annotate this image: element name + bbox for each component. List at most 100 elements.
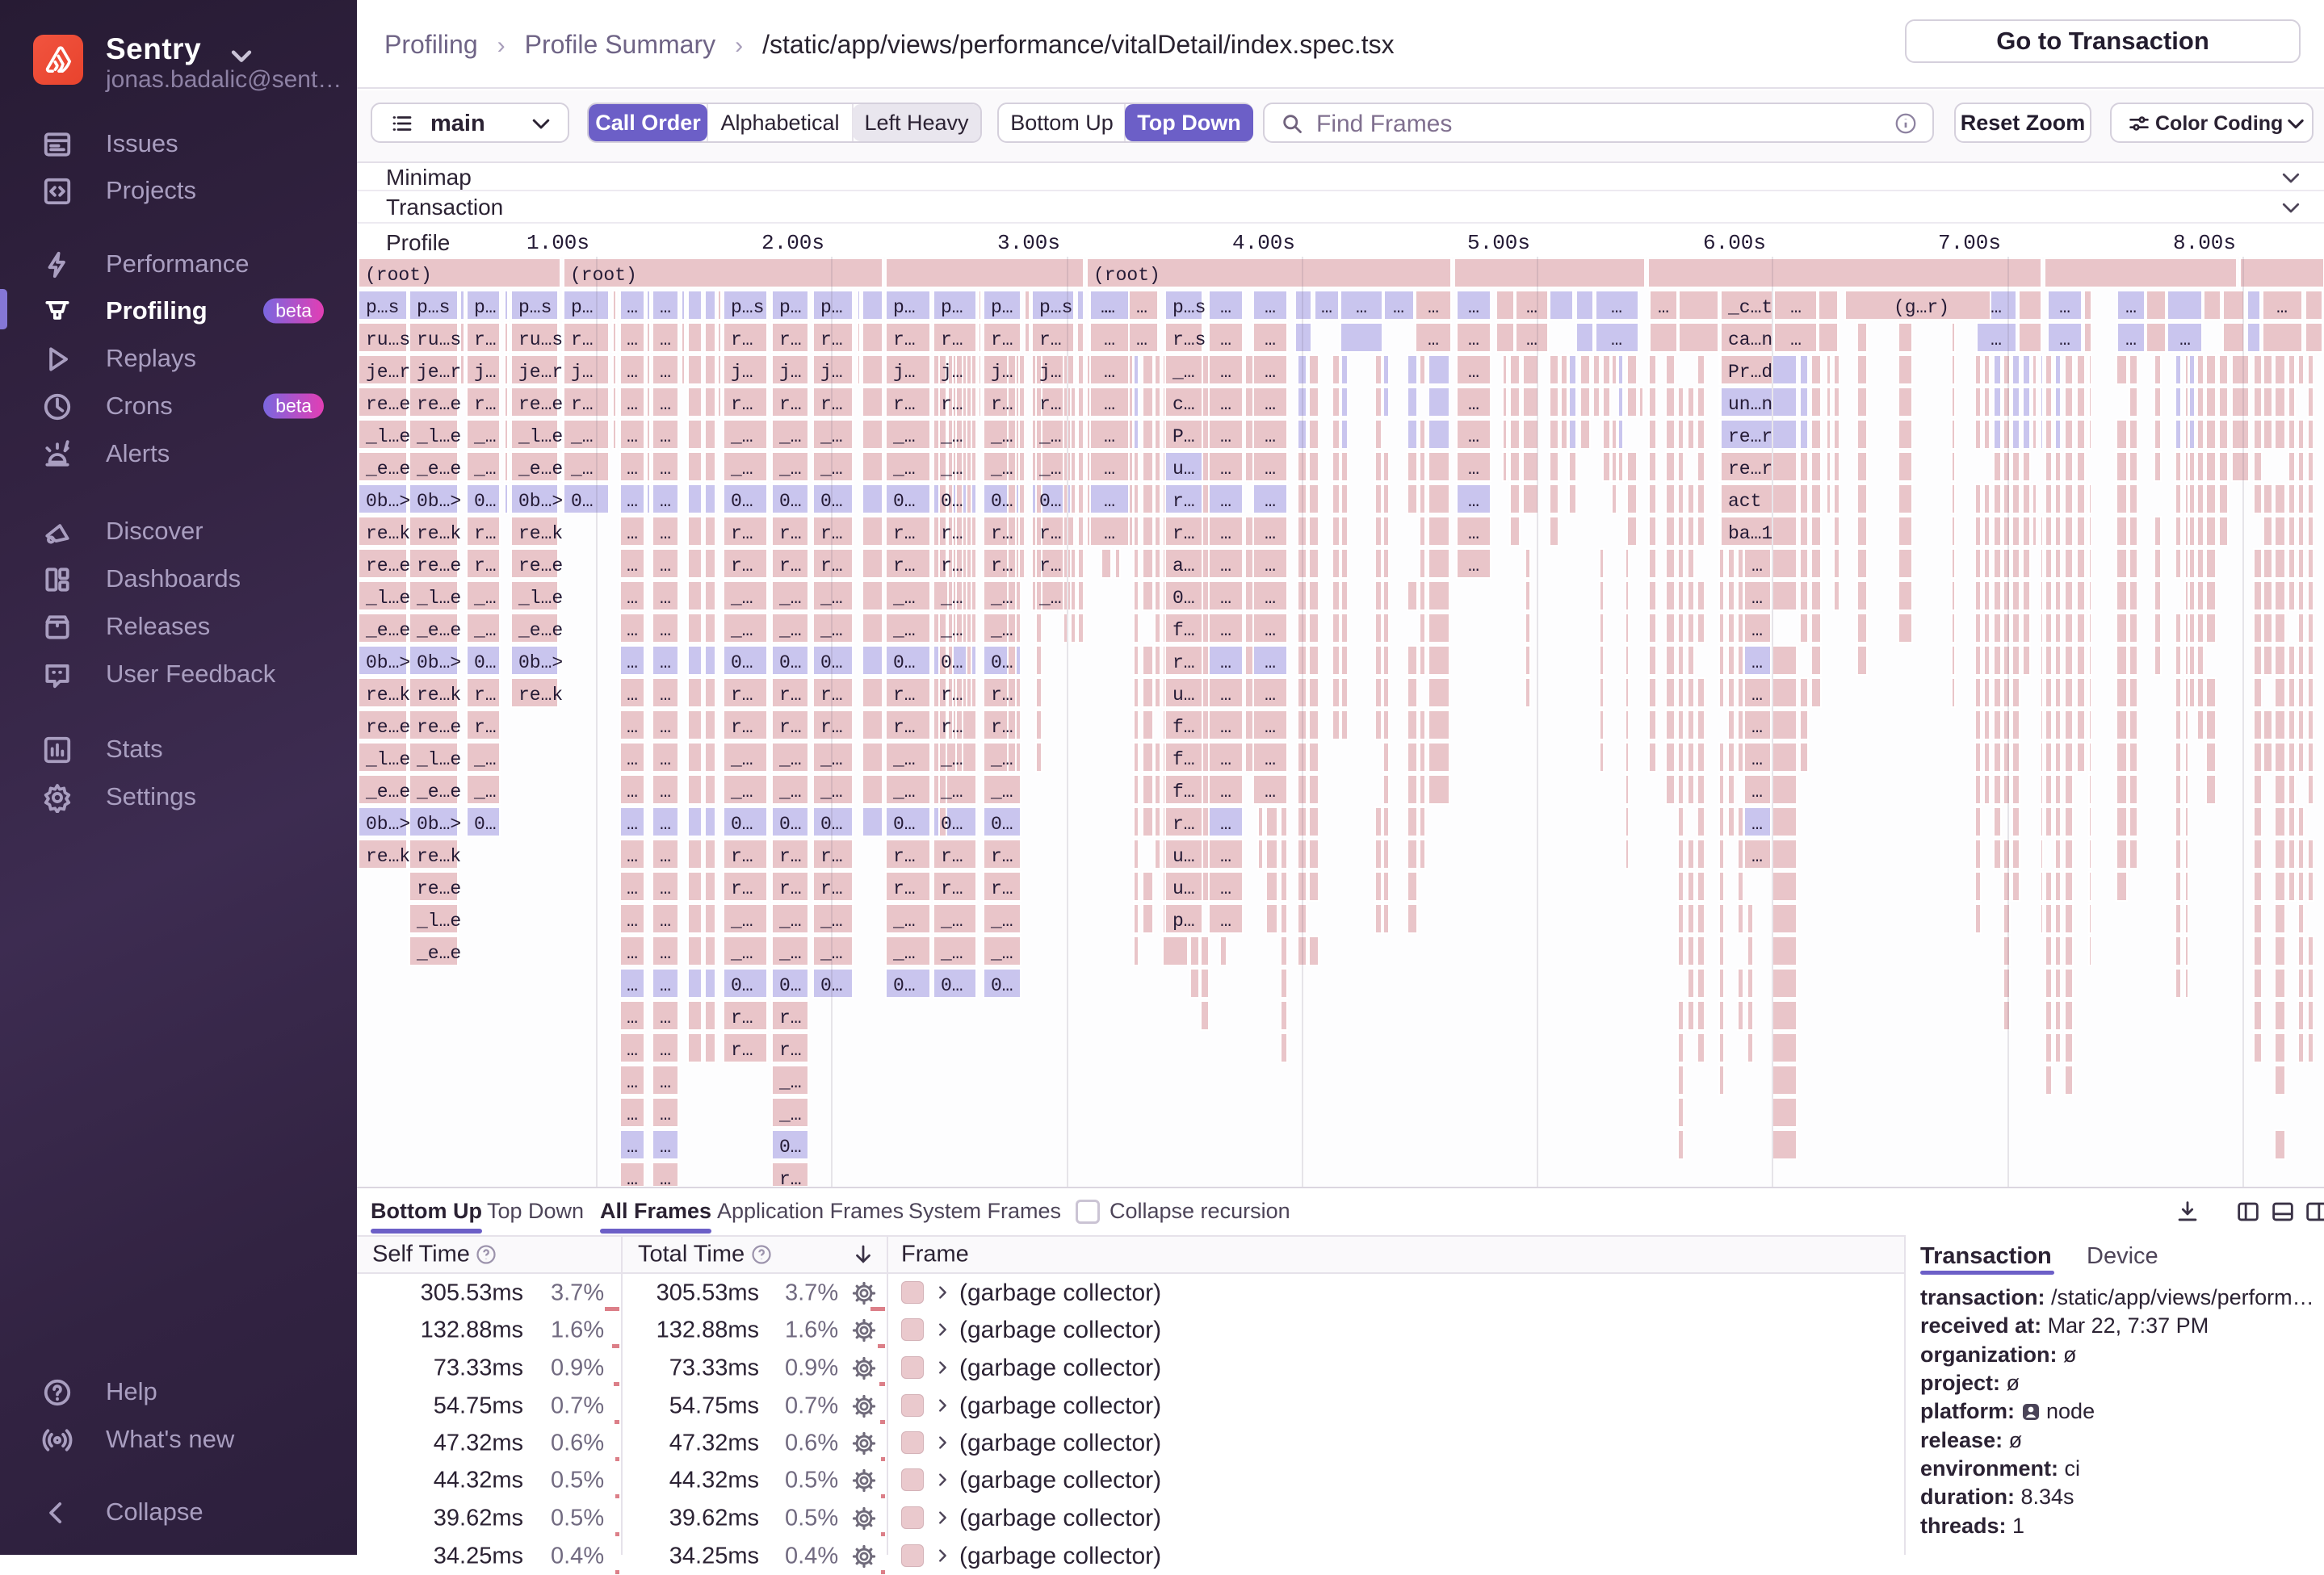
svg-text:_…: _… — [990, 426, 1013, 447]
svg-text:_…: _… — [778, 588, 802, 609]
svg-text:_…: _… — [990, 620, 1013, 641]
svg-text:_…: _… — [990, 781, 1013, 802]
svg-text:…: … — [660, 1137, 671, 1158]
svg-text:…: … — [1265, 394, 1276, 415]
svg-text:r…: r… — [779, 846, 802, 867]
svg-text:re…r: re…r — [1728, 459, 1772, 480]
svg-text:…: … — [1220, 329, 1231, 350]
svg-text:r…: r… — [893, 685, 916, 706]
svg-text:re…k: re…k — [366, 846, 410, 867]
svg-text:r…: r… — [779, 394, 802, 415]
svg-text:…: … — [1265, 297, 1276, 318]
svg-text:…: … — [1658, 297, 1669, 318]
svg-text:…: … — [660, 781, 671, 802]
svg-text:f…: f… — [1172, 781, 1195, 802]
svg-text:re…k: re…k — [417, 846, 461, 867]
svg-text:0…: 0… — [1172, 588, 1195, 609]
svg-text:0…: 0… — [991, 975, 1013, 996]
svg-text:r…: r… — [991, 685, 1013, 706]
svg-text:r…: r… — [474, 523, 497, 544]
svg-text:j…: j… — [893, 362, 916, 383]
svg-text:…: … — [1468, 555, 1479, 576]
svg-text:r…: r… — [779, 878, 802, 899]
svg-text:…: … — [1220, 781, 1231, 802]
svg-text:re…e: re…e — [417, 394, 461, 415]
svg-text:…: … — [1265, 491, 1276, 512]
svg-text:r…: r… — [779, 1040, 802, 1061]
svg-text:r…: r… — [731, 1040, 753, 1061]
svg-text:(root): (root) — [365, 265, 432, 286]
svg-text:j…: j… — [820, 362, 843, 383]
svg-text:…: … — [1265, 426, 1276, 447]
svg-text:r…: r… — [474, 685, 497, 706]
svg-text:re…e: re…e — [518, 555, 563, 576]
svg-text:re…r: re…r — [1728, 426, 1772, 447]
svg-text:0…: 0… — [474, 491, 497, 512]
svg-text:…: … — [1220, 878, 1231, 899]
svg-text:…: … — [660, 878, 671, 899]
svg-text:p…s: p…s — [1039, 297, 1072, 318]
svg-text:_…: _… — [730, 911, 753, 932]
svg-text:…: … — [1265, 781, 1276, 802]
svg-text:…: … — [1356, 297, 1367, 318]
svg-text:0…: 0… — [941, 652, 963, 673]
svg-text:0…: 0… — [731, 491, 753, 512]
svg-text:r…: r… — [941, 523, 963, 544]
svg-text:p…: p… — [1172, 911, 1195, 932]
svg-text:r…: r… — [571, 329, 594, 350]
svg-text:…: … — [1751, 814, 1763, 835]
svg-text:…: … — [1526, 329, 1537, 350]
svg-text:_l…e: _l…e — [416, 426, 461, 447]
svg-text:0…: 0… — [893, 491, 916, 512]
svg-text:j…: j… — [991, 362, 1013, 383]
svg-text:0…: 0… — [1039, 491, 1062, 512]
svg-text:p…: p… — [820, 297, 843, 318]
svg-text:_…: _… — [730, 620, 753, 641]
svg-text:…: … — [627, 394, 638, 415]
svg-text:_…: _… — [473, 588, 497, 609]
svg-text:_…: _… — [820, 781, 843, 802]
svg-text:…: … — [660, 588, 671, 609]
svg-text:…: … — [660, 426, 671, 447]
svg-text:r…: r… — [1172, 814, 1195, 835]
svg-text:…: … — [627, 1072, 638, 1093]
svg-text:…: … — [1428, 329, 1439, 350]
svg-text:…: … — [627, 1169, 638, 1187]
svg-text:r…: r… — [1172, 523, 1195, 544]
svg-text:r…: r… — [991, 717, 1013, 738]
svg-text:…: … — [627, 717, 638, 738]
svg-text:r…: r… — [779, 1169, 802, 1187]
svg-text:r…: r… — [474, 329, 497, 350]
svg-text:…: … — [1991, 329, 2002, 350]
svg-text:je…r: je…r — [417, 362, 461, 383]
svg-text:0…: 0… — [779, 814, 802, 835]
svg-text:r…: r… — [991, 523, 1013, 544]
svg-text:je…r: je…r — [518, 362, 563, 383]
svg-text:…: … — [1265, 555, 1276, 576]
svg-text:…: … — [1468, 523, 1479, 544]
svg-text:r…: r… — [893, 717, 916, 738]
svg-text:_…: _… — [820, 588, 843, 609]
svg-text:ca…n: ca…n — [1728, 329, 1772, 350]
svg-text:_e…e: _e…e — [518, 620, 563, 641]
svg-text:r…: r… — [474, 555, 497, 576]
svg-text:r…: r… — [893, 329, 916, 350]
svg-text:0…: 0… — [731, 975, 753, 996]
svg-text:_l…e: _l…e — [416, 911, 461, 932]
svg-text:…: … — [1265, 362, 1276, 383]
svg-text:r…: r… — [893, 394, 916, 415]
svg-text:0…: 0… — [474, 814, 497, 835]
svg-text:_…: _… — [778, 749, 802, 770]
svg-text:(g…r): (g…r) — [1894, 297, 1949, 318]
svg-text:0…: 0… — [893, 975, 916, 996]
svg-text:r…: r… — [779, 523, 802, 544]
svg-text:…: … — [1468, 459, 1479, 480]
svg-text:…: … — [1751, 717, 1763, 738]
svg-text:…: … — [1751, 685, 1763, 706]
svg-text:0…: 0… — [991, 491, 1013, 512]
svg-text:…: … — [627, 620, 638, 641]
svg-text:_…: _… — [892, 781, 916, 802]
svg-text:…: … — [1751, 846, 1763, 867]
svg-text:…: … — [1393, 297, 1404, 318]
svg-text:f…: f… — [1172, 717, 1195, 738]
